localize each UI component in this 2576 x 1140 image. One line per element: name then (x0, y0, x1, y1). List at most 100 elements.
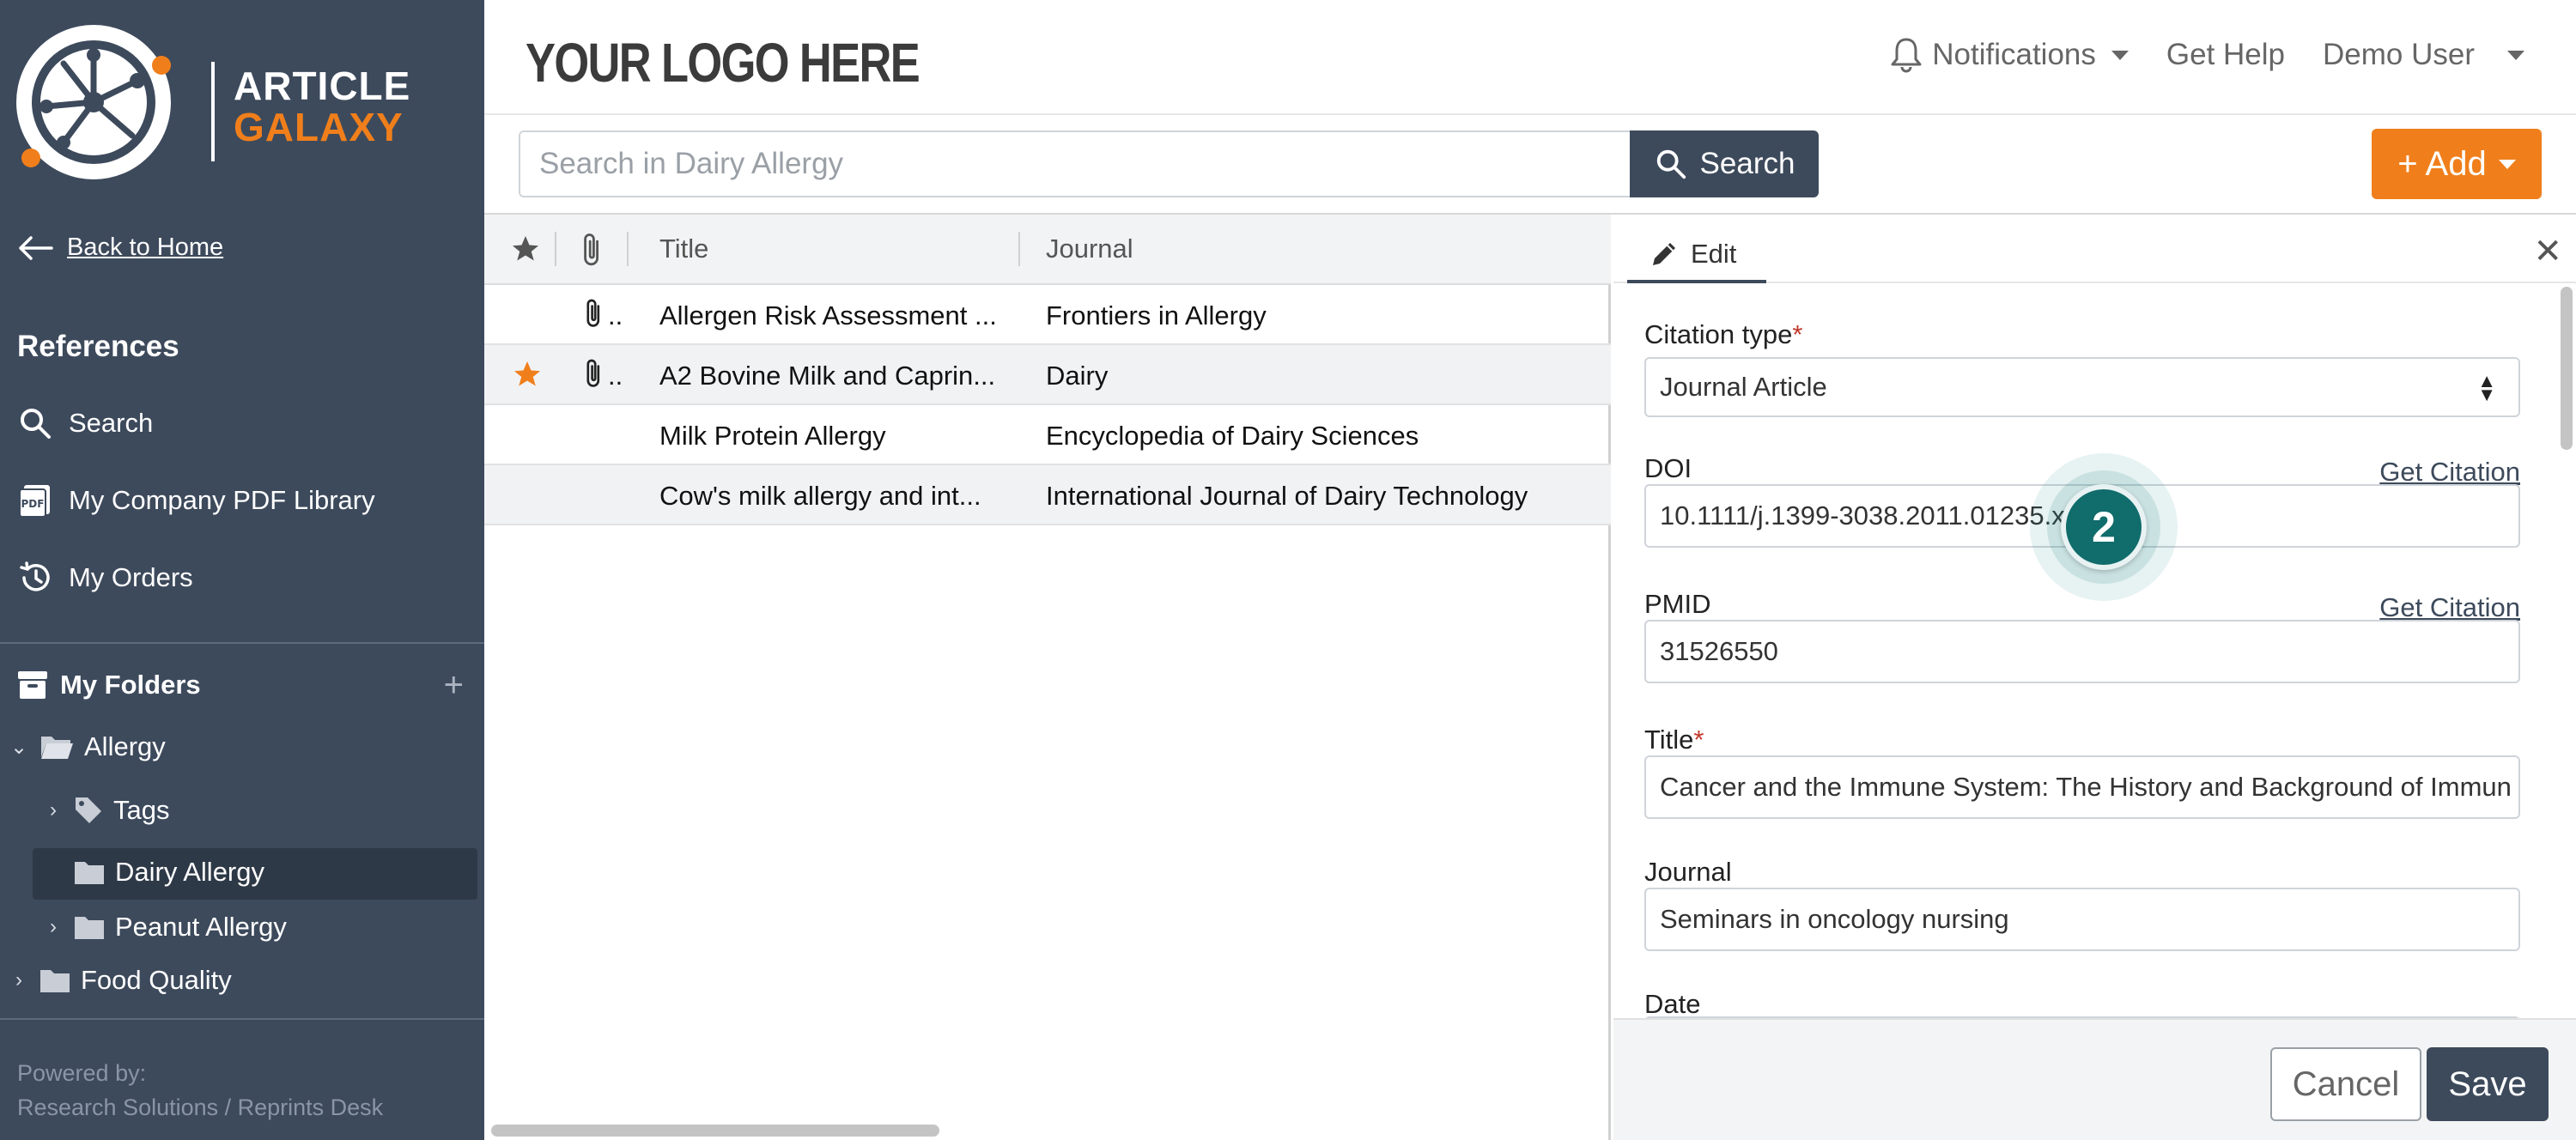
brand-name-line2: GALAXY (234, 105, 404, 149)
powered-by-company: Research Solutions / Reprints Desk (17, 1095, 384, 1120)
row-title: Allergen Risk Assessment ... (659, 300, 997, 330)
archive-box-icon (18, 671, 47, 699)
citation-type-value: Journal Article (1660, 372, 1827, 402)
table-row[interactable]: .. Allergen Risk Assessment ... Frontier… (484, 285, 1611, 345)
table-row[interactable]: Milk Protein Allergy Encyclopedia of Dai… (484, 405, 1611, 465)
title-input[interactable]: Cancer and the Immune System: The Histor… (1644, 755, 2520, 819)
tab-edit[interactable]: Edit (1627, 228, 1766, 283)
user-menu[interactable]: Demo User (2323, 38, 2524, 72)
get-citation-doi-link[interactable]: Get Citation (2379, 457, 2520, 488)
caret-down-icon (2507, 50, 2524, 60)
search-icon (21, 409, 51, 439)
select-arrows-icon: ▲ ▼ (2477, 370, 2496, 405)
row-title: Milk Protein Allergy (659, 421, 886, 451)
chevron-right-icon[interactable]: › (9, 968, 29, 992)
brand-logo[interactable]: ARTICLE GALAXY (12, 21, 459, 192)
folder-dairy-allergy[interactable]: Dairy Allergy (74, 857, 264, 888)
star-icon[interactable] (512, 359, 543, 390)
header-actions: Notifications Get Help Demo User (1889, 36, 2524, 74)
add-folder-button[interactable]: + (444, 666, 464, 705)
row-journal: International Journal of Dairy Technolog… (1046, 481, 1528, 511)
table-row[interactable]: Cow's milk allergy and int... Internatio… (484, 465, 1611, 525)
title-label: Title* (1644, 725, 1704, 755)
notifications-menu[interactable]: Notifications (1889, 36, 2129, 74)
history-icon (20, 561, 50, 591)
sidebar-item-search[interactable]: Search (17, 405, 153, 441)
pdf-icon: PDF (19, 485, 50, 518)
doi-label: DOI (1644, 453, 1692, 483)
user-name-label: Demo User (2323, 38, 2475, 71)
powered-by: Powered by: Research Solutions / Reprint… (17, 1056, 383, 1125)
save-button[interactable]: Save (2427, 1047, 2549, 1121)
vertical-scrollbar[interactable] (2561, 287, 2573, 450)
folder-peanut-allergy[interactable]: › Peanut Allergy (43, 912, 287, 943)
tab-edit-label: Edit (1691, 239, 1737, 269)
search-input[interactable] (519, 130, 1631, 197)
column-separator (555, 232, 556, 266)
folder-label: Allergy (84, 731, 166, 761)
edit-panel: Edit ✕ Citation type* Journal Article ▲ ▼… (1613, 215, 2576, 1140)
folder-food-quality[interactable]: › Food Quality (9, 965, 232, 996)
column-header-title[interactable]: Title (659, 233, 708, 264)
folder-label: Dairy Allergy (115, 857, 264, 887)
sidebar-item-pdf-library[interactable]: PDF My Company PDF Library (17, 482, 375, 518)
step-badge: 2 (2061, 484, 2147, 570)
citation-type-label: Citation type* (1644, 319, 1802, 350)
add-button[interactable]: + Add (2372, 129, 2542, 199)
title-value: Cancer and the Immune System: The Histor… (1660, 772, 2512, 802)
pmid-label: PMID (1644, 589, 1711, 619)
folder-open-icon (41, 737, 73, 759)
brand-name-line1: ARTICLE (234, 64, 411, 108)
journal-label: Journal (1644, 857, 1732, 887)
star-column-icon[interactable] (510, 233, 541, 264)
pmid-input[interactable]: 31526550 (1644, 620, 2520, 683)
back-to-home-label: Back to Home (67, 233, 224, 261)
my-folders-heading: My Folders + (17, 666, 464, 704)
chevron-down-icon[interactable]: ⌄ (9, 735, 29, 760)
required-marker: * (1792, 319, 1803, 349)
row-journal: Encyclopedia of Dairy Sciences (1046, 421, 1419, 451)
folder-icon (75, 862, 104, 884)
back-to-home-link[interactable]: Back to Home (17, 233, 223, 262)
column-separator[interactable] (1018, 232, 1020, 266)
bell-icon (1891, 38, 1922, 73)
citation-type-select[interactable]: Journal Article ▲ ▼ (1644, 357, 2520, 417)
table-row[interactable]: .. A2 Bovine Milk and Caprin... Dairy (484, 345, 1611, 405)
cancel-button[interactable]: Cancel (2270, 1047, 2421, 1121)
journal-value: Seminars in oncology nursing (1660, 904, 2009, 934)
journal-input[interactable]: Seminars in oncology nursing (1644, 888, 2520, 951)
sidebar: ARTICLE GALAXY Back to Home References S… (0, 0, 484, 1140)
row-journal: Dairy (1046, 361, 1109, 391)
paperclip-column-icon[interactable] (580, 232, 605, 268)
folder-allergy[interactable]: ⌄ Allergy (9, 731, 166, 762)
brand-name: ARTICLE GALAXY (234, 65, 410, 148)
date-label: Date (1644, 989, 1701, 1019)
chevron-right-icon[interactable]: › (43, 915, 64, 939)
add-button-label: + Add (2397, 144, 2487, 183)
column-header-journal[interactable]: Journal (1046, 233, 1133, 264)
top-header: YOUR LOGO HERE Notifications Get Help De… (484, 0, 2576, 115)
caret-down-icon (2111, 50, 2129, 60)
get-help-link[interactable]: Get Help (2166, 38, 2285, 72)
row-title: Cow's milk allergy and int... (659, 481, 981, 511)
chevron-right-icon[interactable]: › (43, 798, 64, 822)
search-button-label: Search (1699, 147, 1795, 180)
edit-panel-header: Edit ✕ (1613, 215, 2576, 283)
sidebar-item-my-orders[interactable]: My Orders (17, 560, 193, 596)
folder-tags[interactable]: › Tags (43, 795, 169, 826)
search-icon (1656, 149, 1686, 179)
svg-text:PDF: PDF (21, 498, 45, 510)
citation-type-label-text: Citation type (1644, 319, 1793, 349)
arrow-left-icon (19, 235, 53, 260)
sidebar-item-label: My Company PDF Library (69, 485, 375, 515)
pmid-value: 31526550 (1660, 636, 1778, 666)
folder-icon (40, 970, 70, 992)
folder-label: Tags (113, 795, 170, 825)
sidebar-divider (0, 642, 484, 644)
close-icon[interactable]: ✕ (2533, 232, 2562, 271)
search-button[interactable]: Search (1630, 130, 1819, 197)
horizontal-scrollbar[interactable] (491, 1125, 939, 1137)
search-toolbar: Search + Add (484, 115, 2576, 215)
get-citation-pmid-link[interactable]: Get Citation (2379, 592, 2520, 623)
folder-label: Food Quality (81, 965, 232, 995)
